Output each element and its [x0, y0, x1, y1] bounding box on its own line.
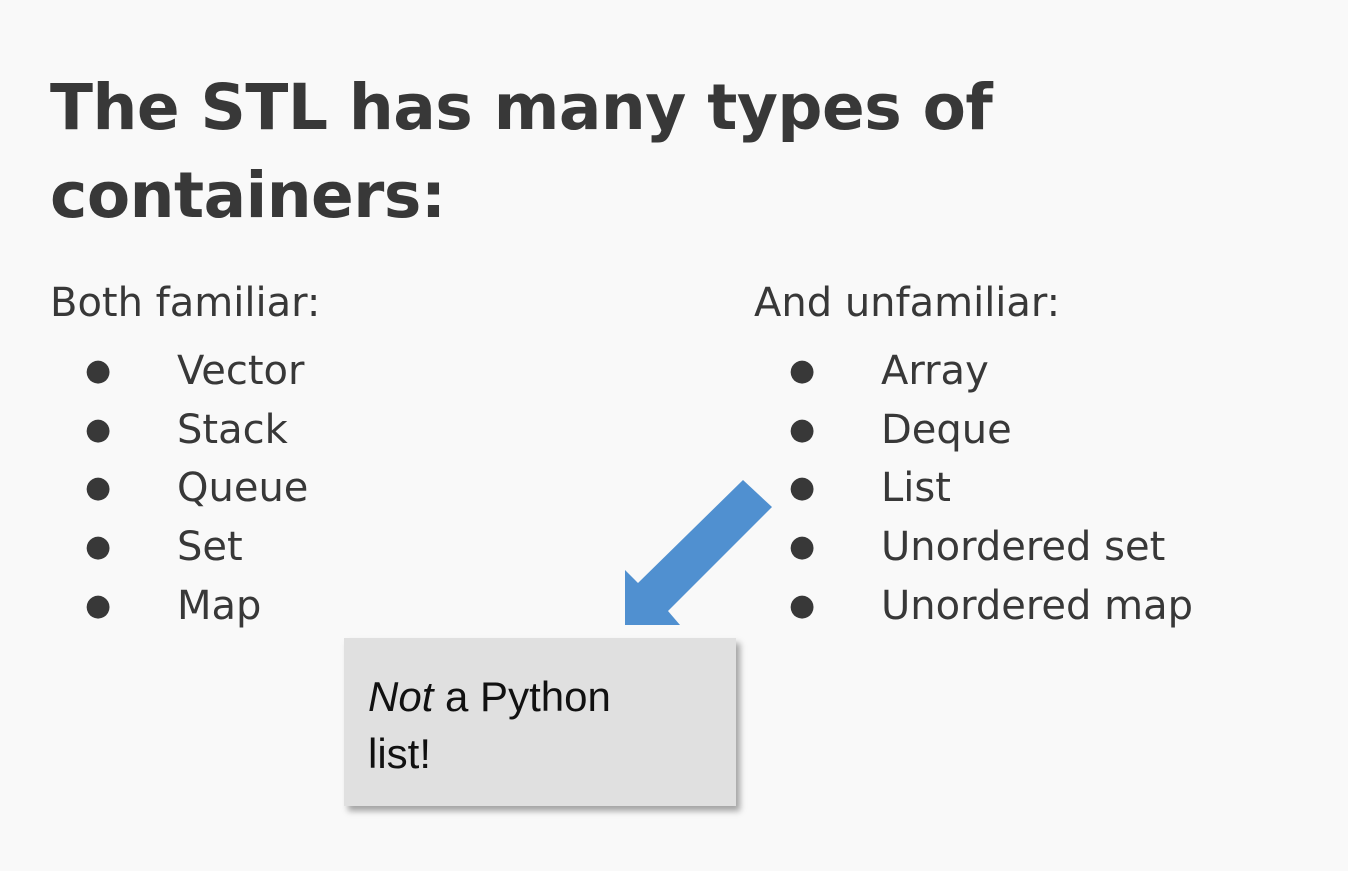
list-item: ● Unordered set: [789, 518, 1193, 577]
list-item: ● List: [789, 459, 1193, 518]
slide-title: The STL has many types of containers:: [50, 71, 993, 232]
bullet-icon: ●: [789, 353, 816, 388]
bullet-icon: ●: [789, 529, 816, 565]
list-item: ● Deque: [789, 401, 1193, 460]
callout-line1: Not a Python: [368, 673, 611, 720]
bullet-icon: ●: [789, 587, 816, 623]
list-item: ● Queue: [85, 459, 308, 518]
bullet-icon: ●: [789, 411, 816, 447]
callout-text: a Python: [433, 673, 611, 720]
left-column-heading: Both familiar:: [50, 280, 321, 326]
callout-line2: list!: [368, 730, 431, 777]
list-item: ● Map: [85, 577, 308, 636]
arrow-down-left-icon: [625, 480, 772, 625]
right-column-list: ● Array ● Deque ● List ● Unordered set ● Unor…: [789, 342, 1193, 635]
list-item: ● Array: [789, 342, 1193, 401]
bullet-icon: ●: [85, 529, 112, 565]
bullet-icon: ●: [85, 587, 112, 623]
callout-box: Not a Python list!: [344, 638, 736, 806]
bullet-icon: ●: [85, 470, 112, 506]
bullet-icon: ●: [789, 470, 816, 506]
list-item: ● Unordered map: [789, 577, 1193, 636]
bullet-icon: ●: [85, 353, 112, 388]
callout-emphasis: Not: [368, 673, 434, 720]
list-item: ● Vector: [85, 342, 308, 401]
right-column-heading: And unfamiliar:: [754, 280, 1061, 326]
arrow-shape: [625, 480, 772, 625]
list-item: ● Set: [85, 518, 308, 577]
list-item: ● Stack: [85, 401, 308, 460]
bullet-icon: ●: [85, 411, 112, 447]
left-column-list: ● Vector ● Stack ● Queue ● Set ● Map: [85, 342, 308, 635]
